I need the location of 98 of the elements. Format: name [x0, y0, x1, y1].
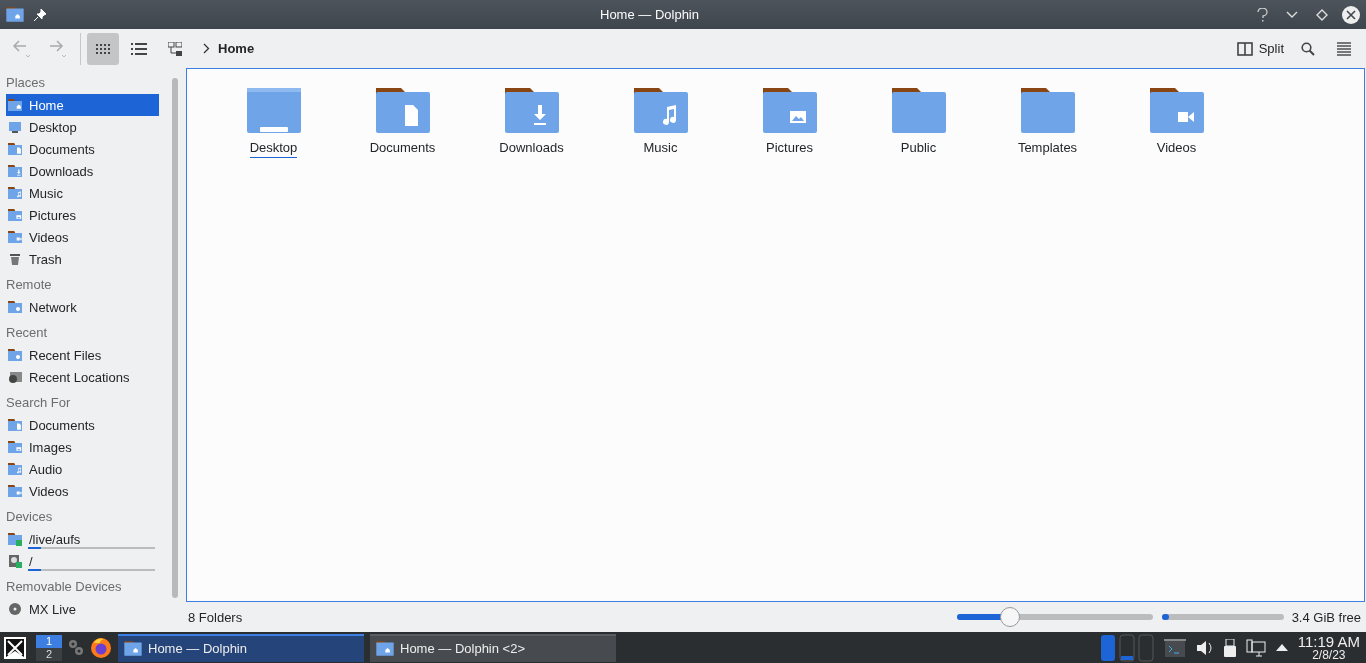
zoom-slider[interactable]	[955, 607, 1154, 627]
folder-item[interactable]: Templates	[983, 81, 1112, 165]
browser-icon[interactable]	[90, 636, 112, 659]
sidebar-item[interactable]: /	[6, 550, 159, 572]
folder-icon	[124, 640, 142, 657]
view-mode-button[interactable]	[87, 32, 119, 65]
trash-icon	[8, 252, 22, 266]
sidebar-item[interactable]: Documents	[6, 414, 159, 436]
arrow-left-icon	[12, 39, 32, 58]
folder-item[interactable]: Pictures	[725, 81, 854, 165]
folder-icon	[8, 440, 22, 454]
help-icon	[1257, 7, 1268, 22]
sidebar-item[interactable]: Recent Files	[6, 344, 159, 366]
sidebar-item[interactable]: Images	[6, 436, 159, 458]
section-header: Places	[6, 74, 47, 92]
folder-icon	[761, 87, 818, 135]
section-header: Devices	[6, 508, 54, 526]
sidebar-item[interactable]: Pictures	[6, 204, 159, 226]
close-icon	[1346, 9, 1356, 20]
start-menu-icon[interactable]	[4, 636, 26, 659]
folder-item[interactable]: Desktop	[209, 81, 338, 165]
terminal-icon[interactable]	[1163, 637, 1186, 658]
menu-icon	[1337, 41, 1351, 56]
grid-icon	[96, 41, 110, 56]
sidebar-item[interactable]: Desktop	[6, 116, 159, 138]
sidebar-item[interactable]: /live/aufs	[6, 528, 159, 550]
breadcrumb[interactable]: Home	[195, 40, 1229, 57]
folder-icon	[8, 462, 22, 476]
monitor-icon	[8, 120, 22, 134]
clock-date[interactable]: 2/8/23	[1312, 649, 1346, 661]
clock-time[interactable]: 11:19 AM	[1297, 634, 1360, 649]
diamond-icon	[1316, 8, 1328, 21]
folder-icon	[8, 186, 22, 200]
taskbar-task[interactable]: Home — Dolphin	[118, 633, 364, 662]
sidebar-item[interactable]: Network	[6, 296, 159, 318]
folder-icon	[8, 300, 22, 314]
clock-folder-icon	[8, 370, 22, 384]
sidebar-item[interactable]: Home	[6, 94, 159, 116]
search-icon	[1301, 41, 1315, 56]
scrollbar[interactable]	[172, 78, 178, 598]
folder-item[interactable]: Music	[596, 81, 725, 165]
section-header: Search For	[6, 394, 72, 412]
drive-icon	[8, 554, 22, 568]
chevron-icon	[203, 43, 210, 54]
network-icon[interactable]	[1245, 638, 1266, 657]
disc-icon	[8, 602, 22, 616]
speaker-icon[interactable]	[1195, 639, 1214, 656]
folder-icon	[503, 87, 560, 135]
arrow-right-icon	[48, 39, 68, 58]
folder-icon	[376, 640, 394, 657]
free-space-text: 3.4 GiB free	[1291, 609, 1361, 625]
folder-icon	[8, 418, 22, 432]
tree-icon	[168, 41, 182, 56]
sidebar-item[interactable]: Documents	[6, 138, 159, 160]
chevron-down-icon	[1286, 10, 1298, 19]
usb-icon[interactable]	[1223, 638, 1236, 657]
folder-item[interactable]: Public	[854, 81, 983, 165]
folder-icon	[8, 208, 22, 222]
sidebar-item[interactable]: Downloads	[6, 160, 159, 182]
folder-icon	[1148, 87, 1205, 135]
folder-icon	[8, 532, 22, 546]
folder-icon	[8, 164, 22, 178]
sidebar-item[interactable]: Audio	[6, 458, 159, 480]
expand-tray-icon[interactable]	[1275, 644, 1288, 651]
folder-icon	[1019, 87, 1076, 135]
close-button[interactable]	[1342, 5, 1360, 24]
folder-icon	[374, 87, 431, 135]
sidebar-item[interactable]: Trash	[6, 248, 159, 270]
folder-icon	[8, 142, 22, 156]
split-icon	[1236, 41, 1253, 56]
gear-icon[interactable]	[68, 638, 84, 657]
section-header: Recent	[6, 324, 49, 342]
sidebar-item[interactable]: Videos	[6, 480, 159, 502]
app-icon	[6, 6, 24, 23]
folder-icon	[8, 348, 22, 362]
section-header: Remote	[6, 276, 53, 294]
sidebar-item[interactable]: Music	[6, 182, 159, 204]
list-icon	[131, 42, 147, 55]
folder-icon	[8, 98, 22, 112]
status-text: 8 Folders	[188, 609, 243, 625]
folder-icon	[890, 87, 947, 135]
window-title: Home — Dolphin	[599, 7, 700, 22]
pager-desktop[interactable]: 1	[36, 634, 62, 648]
monitor-graph-icon[interactable]	[1099, 633, 1154, 662]
taskbar-task[interactable]: Home — Dolphin <2>	[370, 633, 616, 662]
split-button[interactable]: Split	[1232, 32, 1288, 65]
folder-icon	[245, 87, 302, 135]
folder-icon	[8, 484, 22, 498]
folder-item[interactable]: Videos	[1112, 81, 1241, 165]
folder-item[interactable]: Documents	[338, 81, 467, 165]
sidebar-item[interactable]: Videos	[6, 226, 159, 248]
folder-item[interactable]: Downloads	[467, 81, 596, 165]
folder-icon	[8, 230, 22, 244]
folder-icon	[632, 87, 689, 135]
section-header: Removable Devices	[6, 578, 123, 596]
sidebar-item[interactable]: Recent Locations	[6, 366, 159, 388]
sidebar-item[interactable]: MX Live	[6, 598, 159, 620]
pin-icon[interactable]	[34, 8, 46, 21]
